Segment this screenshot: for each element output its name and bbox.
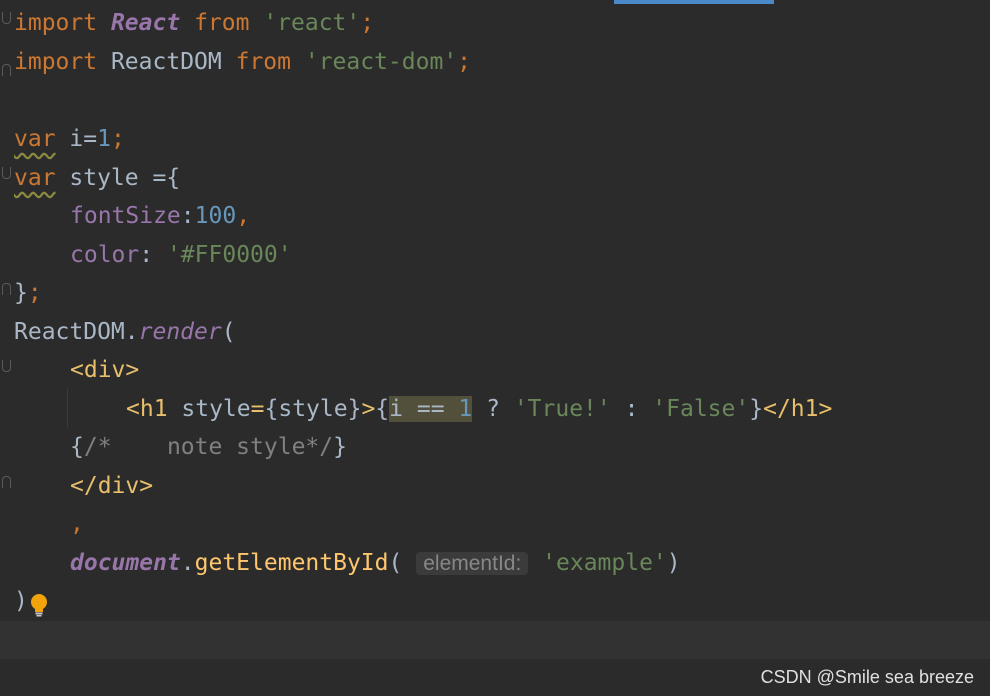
operator: : — [610, 396, 653, 422]
punctuation: : — [180, 203, 195, 229]
string-literal: 'react' — [263, 10, 361, 36]
identifier: ReactDOM. — [14, 319, 139, 345]
fold-marker-icon[interactable] — [2, 283, 11, 295]
fold-marker-icon[interactable] — [2, 12, 11, 24]
jsx-tag: </div> — [70, 473, 154, 499]
punctuation: . — [180, 550, 195, 576]
jsx-tag: </h1> — [763, 396, 833, 422]
code-line-5[interactable]: var style ={ — [14, 159, 180, 198]
fold-marker-icon[interactable] — [2, 476, 11, 488]
keyword: import — [14, 10, 98, 36]
keyword: from — [235, 49, 291, 75]
identifier: i == — [389, 396, 459, 422]
identifier: ReactDOM — [110, 49, 222, 75]
code-line-14[interactable]: , — [70, 505, 84, 544]
string-literal: '#FF0000' — [166, 242, 292, 268]
number-literal: 1 — [97, 126, 111, 152]
code-line-12[interactable]: {/* note style*/} — [70, 428, 347, 467]
code-line-4[interactable]: var i=1; — [14, 120, 125, 159]
punctuation: } — [14, 280, 28, 306]
identifier: document — [70, 550, 181, 576]
string-literal: 'True!' — [513, 396, 611, 422]
punctuation: > — [361, 396, 376, 422]
indent-guide — [67, 389, 68, 427]
semicolon: ; — [27, 280, 42, 306]
punctuation: : — [139, 242, 167, 268]
method-name: render — [138, 319, 222, 345]
string-literal: 'example' — [542, 550, 667, 576]
string-literal: 'react-dom' — [304, 49, 458, 75]
code-line-7[interactable]: color: '#FF0000' — [70, 236, 292, 275]
current-line-highlight — [0, 621, 990, 659]
semicolon: ; — [457, 49, 472, 75]
punctuation: ) — [14, 588, 28, 614]
keyword: import — [14, 49, 98, 75]
semicolon: ; — [360, 10, 375, 36]
identifier: style ={ — [55, 165, 181, 191]
fold-marker-icon[interactable] — [2, 64, 11, 76]
punctuation: ) — [666, 550, 681, 576]
code-line-6[interactable]: fontSize:100, — [70, 197, 250, 236]
property-key: color — [70, 242, 140, 268]
jsx-attribute: style — [181, 396, 251, 422]
number-literal: 100 — [194, 203, 237, 229]
code-editor[interactable]: import React from 'react'; import ReactD… — [0, 0, 990, 696]
operator: ? — [472, 396, 514, 422]
property-key: fontSize — [70, 203, 181, 229]
parameter-hint: elementId: — [416, 552, 529, 575]
punctuation: ( — [388, 550, 403, 576]
code-line-13[interactable]: </div> — [70, 467, 153, 506]
code-line-1[interactable]: import React from 'react'; — [14, 4, 374, 43]
punctuation: , — [70, 511, 84, 537]
code-line-2[interactable]: import ReactDOM from 'react-dom'; — [14, 43, 471, 82]
lightbulb-icon[interactable] — [30, 593, 48, 617]
code-line-16[interactable]: ) — [14, 582, 28, 621]
punctuation: = — [250, 396, 265, 422]
fold-marker-icon[interactable] — [2, 167, 11, 179]
punctuation: } — [333, 434, 347, 460]
punctuation: { — [375, 396, 390, 422]
string-literal: 'False' — [652, 396, 750, 422]
code-line-11[interactable]: <h1 style={style}>{i == 1 ? 'True!' : 'F… — [126, 390, 832, 429]
selection-highlight: i == 1 — [389, 396, 473, 422]
keyword: var — [14, 165, 56, 191]
comment: /* note style*/ — [83, 434, 334, 460]
keyword: var — [14, 126, 56, 152]
punctuation: ( — [221, 319, 236, 345]
punctuation: } — [749, 396, 764, 422]
number-literal: 1 — [458, 396, 473, 422]
fold-marker-icon[interactable] — [2, 360, 11, 372]
code-line-9[interactable]: ReactDOM.render( — [14, 313, 236, 352]
identifier: React — [110, 10, 181, 36]
method-name: getElementById — [194, 550, 389, 576]
punctuation: , — [236, 203, 251, 229]
keyword: from — [194, 10, 250, 36]
jsx-expression: {style} — [264, 396, 362, 422]
code-line-8[interactable]: }; — [14, 274, 42, 313]
punctuation: { — [70, 434, 84, 460]
code-line-10[interactable]: <div> — [70, 351, 139, 390]
semicolon: ; — [110, 126, 125, 152]
jsx-tag: <div> — [70, 357, 140, 383]
jsx-tag: <h1 — [126, 396, 182, 422]
watermark: CSDN @Smile sea breeze — [760, 667, 974, 687]
identifier: i= — [55, 126, 98, 152]
code-line-15[interactable]: document.getElementById( elementId: 'exa… — [70, 544, 681, 583]
